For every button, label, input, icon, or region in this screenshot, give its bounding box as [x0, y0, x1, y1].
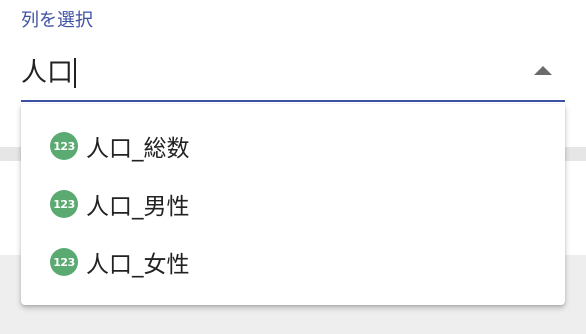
numeric-type-icon: 123: [50, 190, 78, 218]
dropdown-arrow-up-icon[interactable]: [534, 66, 552, 75]
column-search-input-value: 人口: [21, 58, 74, 88]
text-cursor: [74, 58, 77, 88]
column-option-label: 人口_女性: [86, 252, 190, 278]
column-option-label: 人口_男性: [86, 194, 190, 220]
column-option-label: 人口_総数: [86, 136, 190, 162]
column-option-population-female[interactable]: 123 人口_女性: [21, 233, 565, 291]
column-select-label: 列を選択: [21, 10, 93, 31]
numeric-type-icon: 123: [50, 132, 78, 160]
column-select-field[interactable]: 列を選択 人口: [21, 0, 565, 104]
numeric-type-icon: 123: [50, 248, 78, 276]
field-underline: [21, 100, 565, 102]
column-option-population-male[interactable]: 123 人口_男性: [21, 175, 565, 233]
column-option-population-total[interactable]: 123 人口_総数: [21, 117, 565, 175]
column-options-menu: 123 人口_総数 123 人口_男性 123 人口_女性: [21, 104, 565, 305]
column-search-input[interactable]: 人口: [21, 55, 77, 91]
